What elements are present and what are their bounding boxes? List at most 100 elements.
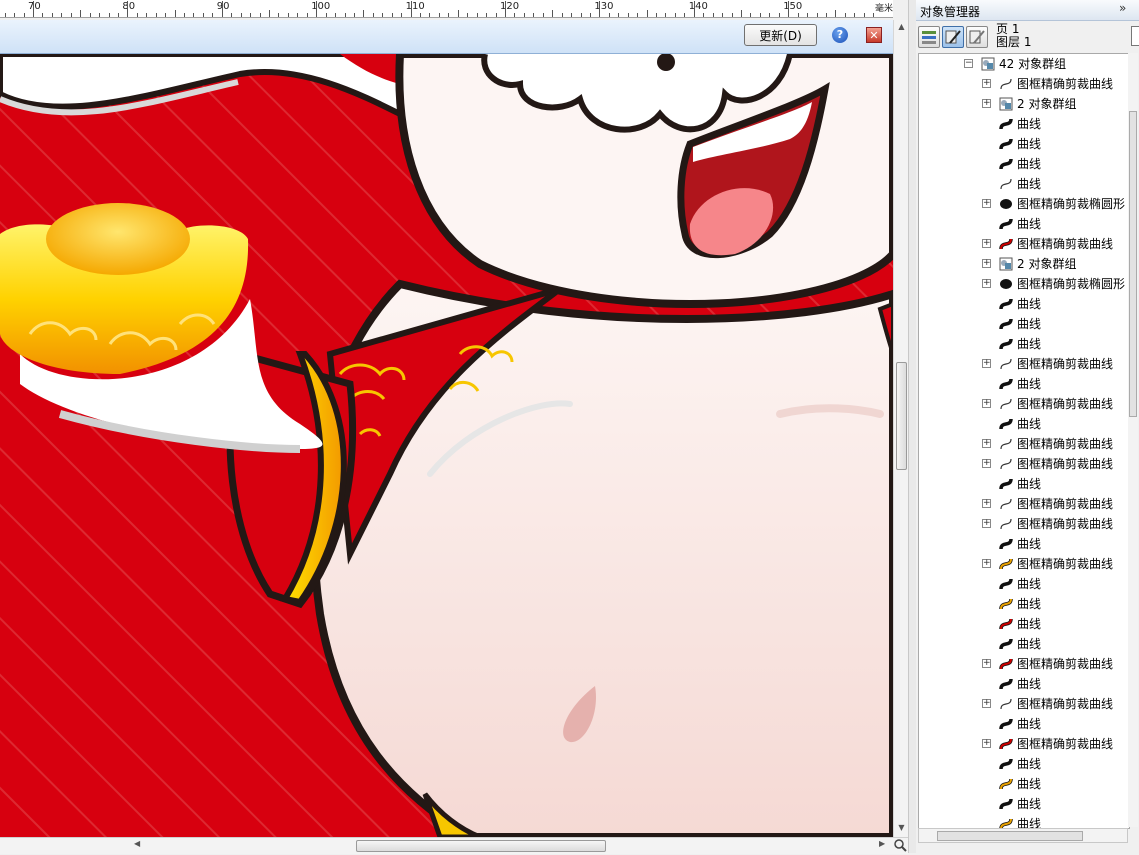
horizontal-ruler[interactable]: 毫米 70 80 90 100 110 120 130 140 150: [0, 0, 893, 18]
collapse-node-icon[interactable]: −: [964, 59, 973, 68]
tree-scroll-thumb[interactable]: [1129, 111, 1137, 417]
tree-item[interactable]: 曲线: [919, 574, 1129, 594]
ruler-tick: [703, 13, 705, 17]
close-icon[interactable]: ✕: [866, 27, 882, 43]
drawing-canvas[interactable]: [0, 54, 893, 837]
curve-black-icon: [999, 137, 1013, 151]
expand-node-icon[interactable]: +: [982, 559, 991, 568]
ruler-tick: [788, 1, 790, 17]
canvas-horizontal-scrollbar[interactable]: ◀ ▶: [0, 837, 908, 854]
docker-menu-button[interactable]: [1131, 26, 1139, 46]
curve-orange-icon: [999, 597, 1013, 611]
tree-horizontal-scrollbar[interactable]: [918, 828, 1128, 843]
expand-node-icon[interactable]: +: [982, 279, 991, 288]
tree-vertical-scrollbar[interactable]: [1128, 53, 1138, 827]
tree-item[interactable]: + 图框精确剪裁曲线: [919, 514, 1129, 534]
tree-item-label: 图框精确剪裁曲线: [1017, 437, 1114, 451]
expand-node-icon[interactable]: +: [982, 239, 991, 248]
scroll-right-arrow[interactable]: ▶: [879, 839, 885, 848]
expand-node-icon[interactable]: +: [982, 439, 991, 448]
horizontal-scroll-thumb[interactable]: [356, 840, 606, 852]
tree-item[interactable]: 曲线: [919, 154, 1129, 174]
tree-item[interactable]: 曲线: [919, 634, 1129, 654]
ruler-tick: [155, 13, 157, 17]
tree-hscroll-thumb[interactable]: [937, 831, 1083, 841]
tree-item[interactable]: 曲线: [919, 614, 1129, 634]
ruler-tick: [873, 13, 875, 17]
ruler-tick: [514, 13, 516, 17]
tree-item[interactable]: 曲线: [919, 114, 1129, 134]
layer-manager-view-button[interactable]: [966, 26, 988, 48]
expand-node-icon[interactable]: +: [982, 79, 991, 88]
tree-item[interactable]: + 图框精确剪裁曲线: [919, 734, 1129, 754]
tree-item[interactable]: + 图框精确剪裁曲线: [919, 354, 1129, 374]
scroll-up-arrow[interactable]: ▲: [894, 20, 909, 34]
docker-title-bar: 对象管理器 »: [916, 0, 1139, 21]
tree-item[interactable]: 曲线: [919, 794, 1129, 814]
tree-item[interactable]: + 图框精确剪裁曲线: [919, 394, 1129, 414]
tree-item[interactable]: 曲线: [919, 674, 1129, 694]
object-tree[interactable]: −42 对象群组 + 图框精确剪裁曲线 +2 对象群组 曲线 曲线 曲线 曲线 + 图框精确剪裁椭…: [918, 53, 1130, 829]
tree-item[interactable]: 曲线: [919, 334, 1129, 354]
tree-item[interactable]: 曲线: [919, 214, 1129, 234]
tree-item[interactable]: 曲线: [919, 714, 1129, 734]
help-icon[interactable]: ?: [832, 27, 848, 43]
ruler-tick: [722, 13, 724, 17]
update-button[interactable]: 更新(D): [744, 24, 817, 46]
ruler-tick: [467, 13, 469, 17]
tree-item[interactable]: 曲线: [919, 474, 1129, 494]
tree-item[interactable]: + 图框精确剪裁曲线: [919, 654, 1129, 674]
tree-item[interactable]: + 图框精确剪裁椭圆形: [919, 274, 1129, 294]
expand-node-icon[interactable]: +: [982, 399, 991, 408]
tree-item[interactable]: + 图框精确剪裁曲线: [919, 694, 1129, 714]
expand-node-icon[interactable]: +: [982, 739, 991, 748]
tree-item[interactable]: 曲线: [919, 534, 1129, 554]
collapse-docker-icon[interactable]: »: [1119, 1, 1126, 15]
canvas-vertical-scrollbar[interactable]: ▲ ▼: [893, 20, 909, 837]
expand-node-icon[interactable]: +: [982, 459, 991, 468]
tree-item[interactable]: 曲线: [919, 294, 1129, 314]
tree-item[interactable]: 曲线: [919, 374, 1129, 394]
tree-item[interactable]: + 图框精确剪裁椭圆形: [919, 194, 1129, 214]
tree-item[interactable]: 曲线: [919, 134, 1129, 154]
scroll-left-arrow[interactable]: ◀: [134, 839, 140, 848]
expand-node-icon[interactable]: +: [982, 99, 991, 108]
tree-item[interactable]: +2 对象群组: [919, 94, 1129, 114]
show-properties-button[interactable]: [918, 26, 940, 48]
tree-item-label: 图框精确剪裁曲线: [1017, 737, 1114, 751]
ruler-tick: [665, 13, 667, 17]
expand-node-icon[interactable]: +: [982, 499, 991, 508]
expand-node-icon[interactable]: +: [982, 659, 991, 668]
tree-item[interactable]: + 图框精确剪裁曲线: [919, 454, 1129, 474]
tree-item[interactable]: + 图框精确剪裁曲线: [919, 74, 1129, 94]
ruler-tick: [297, 13, 299, 17]
ruler-tick: [363, 10, 365, 17]
tree-item[interactable]: + 图框精确剪裁曲线: [919, 494, 1129, 514]
expand-node-icon[interactable]: +: [982, 359, 991, 368]
zoom-icon[interactable]: [893, 838, 907, 852]
tree-item[interactable]: 曲线: [919, 414, 1129, 434]
tree-item[interactable]: 曲线: [919, 814, 1129, 828]
ruler-tick: [599, 1, 601, 17]
ruler-tick: [589, 13, 591, 17]
tree-item[interactable]: 曲线: [919, 174, 1129, 194]
vertical-scroll-thumb[interactable]: [896, 362, 907, 470]
expand-node-icon[interactable]: +: [982, 199, 991, 208]
tree-item[interactable]: 曲线: [919, 774, 1129, 794]
scroll-down-arrow[interactable]: ▼: [894, 821, 909, 835]
tree-item[interactable]: − 42 对象群组: [919, 54, 1129, 74]
expand-node-icon[interactable]: +: [982, 519, 991, 528]
tree-item[interactable]: 曲线: [919, 754, 1129, 774]
tree-item[interactable]: + 图框精确剪裁曲线: [919, 554, 1129, 574]
edit-across-layers-button[interactable]: [942, 26, 964, 48]
tree-item[interactable]: + 图框精确剪裁曲线: [919, 434, 1129, 454]
tree-item[interactable]: + 图框精确剪裁曲线: [919, 234, 1129, 254]
tree-item[interactable]: +2 对象群组: [919, 254, 1129, 274]
expand-node-icon[interactable]: +: [982, 259, 991, 268]
tree-item[interactable]: 曲线: [919, 594, 1129, 614]
tree-item[interactable]: 曲线: [919, 314, 1129, 334]
expand-node-icon[interactable]: +: [982, 699, 991, 708]
ruler-label: 150: [783, 1, 803, 12]
ruler-tick: [231, 13, 233, 17]
tree-item-label: 曲线: [1017, 757, 1042, 771]
